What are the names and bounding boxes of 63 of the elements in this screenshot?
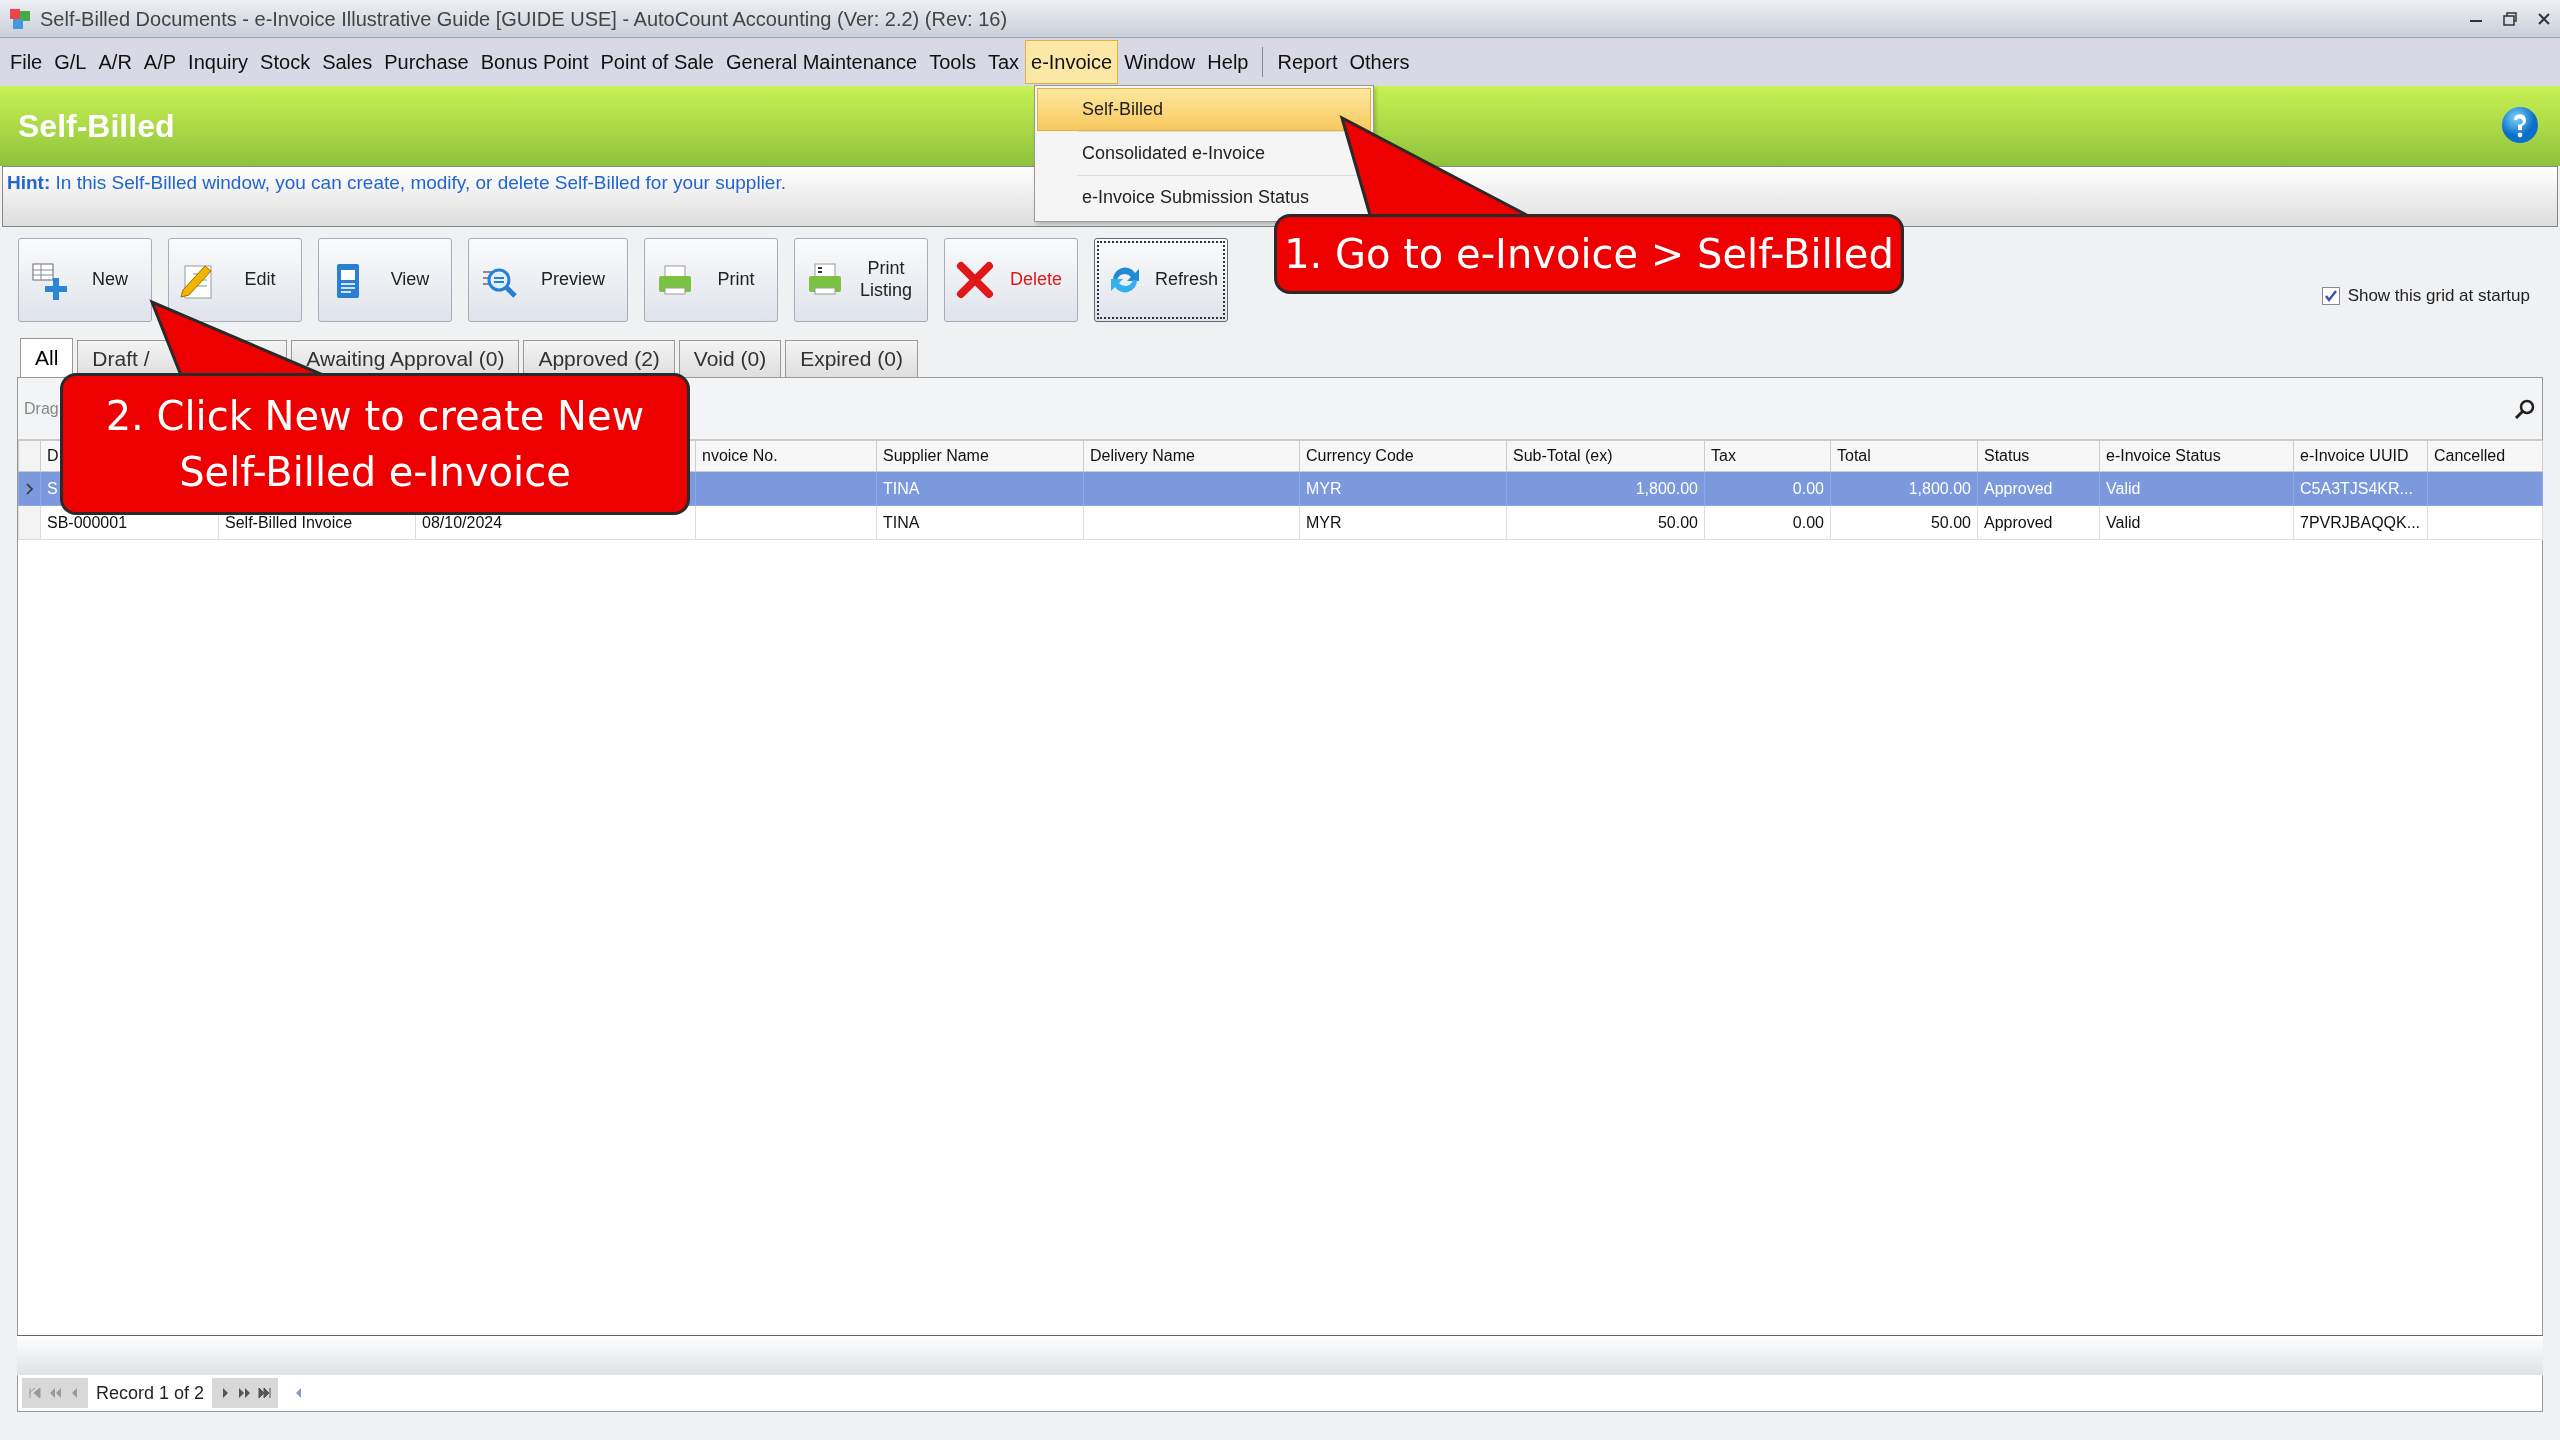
app-icon [8, 6, 32, 31]
table-cell: MYR [1299, 471, 1507, 506]
table-cell: Approved [1977, 471, 2100, 506]
table-cell: TINA [876, 471, 1084, 506]
toolbar-button[interactable]: Refresh [1094, 238, 1228, 322]
window-title: Self-Billed Documents - e-Invoice Illustrative Guide [GUIDE USE] - AutoCount Accounting (Ver: 2.2) (Rev: 16) [40, 6, 1008, 32]
cross-icon [955, 260, 995, 300]
menu-item[interactable]: Report [1271, 40, 1344, 84]
menu-item[interactable]: Stock [254, 40, 317, 84]
menu-item[interactable]: A/R [92, 40, 138, 84]
menu-item[interactable]: Window [1118, 40, 1202, 84]
column-header[interactable]: D [47, 447, 59, 464]
toolbar-button[interactable]: New [18, 238, 152, 322]
column-header[interactable]: Tax [1711, 447, 1736, 464]
table-cell: 7PVRJBAQQK... [2293, 505, 2428, 540]
toolbar-button[interactable]: View [318, 238, 452, 322]
menu-item[interactable]: Others [1343, 40, 1416, 84]
column-header[interactable]: Status [1984, 447, 2030, 464]
tab[interactable]: Void (0) [678, 340, 782, 377]
menu-item[interactable]: General Maintenance [719, 40, 924, 84]
tab[interactable]: All [20, 338, 74, 377]
menu-item[interactable]: Sales [316, 40, 379, 84]
group-panel-hint: Drag [24, 398, 59, 419]
checkbox[interactable] [2321, 286, 2340, 305]
menu-item[interactable]: Tools [923, 40, 982, 84]
page-title: Self-Billed [18, 107, 175, 146]
toolbar-button[interactable]: Edit [168, 238, 302, 322]
toolbar-button[interactable]: Print Listing [794, 238, 928, 322]
menu-item[interactable]: A/P [137, 40, 183, 84]
table-cell: 50.00 [1506, 505, 1705, 540]
table-cell: Approved [1977, 505, 2100, 540]
add-document-icon [29, 260, 69, 300]
next-page-icon[interactable] [238, 1386, 253, 1400]
toolbar-button[interactable]: Delete [944, 238, 1078, 322]
menu-item[interactable]: Inquiry [182, 40, 255, 84]
restore-icon[interactable] [2502, 10, 2518, 27]
table-cell: TINA [876, 505, 1084, 540]
checkbox-label: Show this grid at startup [2347, 285, 2530, 307]
column-header[interactable]: Total [1837, 447, 1871, 464]
table-cell: 0.00 [1704, 471, 1831, 506]
menu-item[interactable]: Bonus Point [474, 40, 595, 84]
table-cell: Valid [2099, 505, 2294, 540]
menu-item[interactable]: Self-Billed [1037, 88, 1371, 131]
toolbar-button[interactable]: Print [644, 238, 778, 322]
table-cell: 0.00 [1704, 505, 1831, 540]
menu-item[interactable]: File [4, 40, 49, 84]
tab[interactable]: Expired (0) [785, 340, 918, 377]
menu-item[interactable]: Tax [981, 40, 1025, 84]
menu-item[interactable]: Purchase [378, 40, 475, 84]
menu-item[interactable]: e-Invoice [1025, 40, 1119, 84]
menu-item[interactable]: Point of Sale [594, 40, 720, 84]
table-cell: 1,800.00 [1830, 471, 1978, 506]
menu-item[interactable]: G/L [48, 40, 93, 84]
table-cell: C5A3TJS4KR... [2293, 471, 2428, 506]
toolbar-button[interactable]: Preview [468, 238, 628, 322]
menu-item[interactable]: Help [1201, 40, 1255, 84]
table-cell: 50.00 [1830, 505, 1978, 540]
table-cell: MYR [1299, 505, 1507, 540]
table-cell: Valid [2099, 471, 2294, 506]
last-record-icon[interactable] [258, 1386, 273, 1400]
search-icon[interactable] [2514, 397, 2536, 420]
close-icon[interactable] [2536, 10, 2552, 27]
table-cell: 1,800.00 [1506, 471, 1705, 506]
